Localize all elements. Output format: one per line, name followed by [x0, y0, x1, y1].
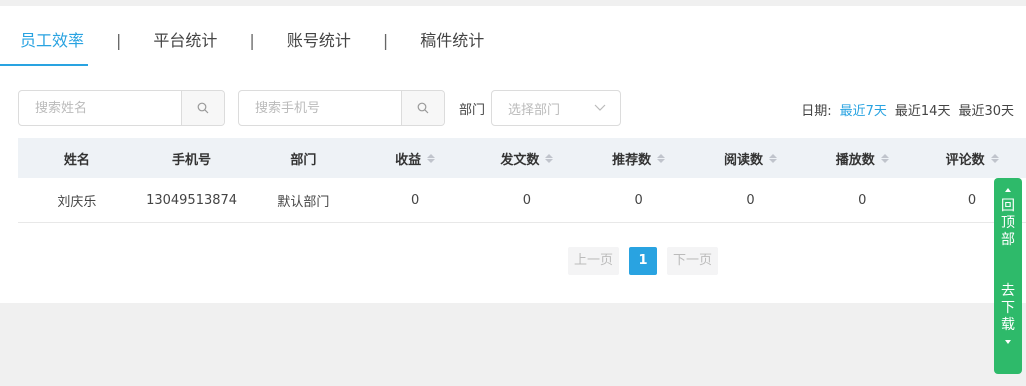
pagination: 上一页 1 下一页	[568, 247, 719, 275]
phone-search-box	[238, 90, 445, 126]
cell-revenue: 0	[410, 192, 420, 208]
current-page-button[interactable]: 1	[629, 247, 658, 275]
table-header: 姓名 手机号 部门 收益 发文数 推荐数 阅读数 播放数 评论数	[18, 138, 1026, 178]
go-download-button[interactable]: 去 下 载	[1001, 283, 1015, 344]
tab-label: 员工效率	[20, 31, 85, 50]
active-tab-underline	[0, 64, 89, 66]
tab-account-stats[interactable]: 账号统计	[285, 30, 353, 52]
tab-employee-efficiency[interactable]: 员工效率	[0, 30, 89, 66]
floating-nav-widget: 回 顶 部 去 下 载	[994, 178, 1022, 374]
name-search-button[interactable]	[181, 91, 224, 125]
sort-icon[interactable]	[427, 153, 436, 163]
arrow-down-icon	[1005, 340, 1011, 344]
main-panel: 员工效率 | 平台统计 | 账号统计 | 稿件统计 部门	[0, 6, 1026, 303]
cell-posts: 0	[522, 192, 532, 208]
column-header-phone: 手机号	[172, 152, 212, 168]
cell-department: 默认部门	[277, 194, 330, 210]
filter-row: 部门 选择部门	[18, 89, 622, 127]
search-icon	[417, 102, 429, 114]
date-filter: 日期: 最近7天 最近14天 最近30天	[801, 100, 1014, 119]
search-icon	[197, 102, 209, 114]
tab-divider: |	[382, 31, 389, 50]
tab-label: 稿件统计	[420, 31, 485, 50]
tab-manuscript-stats[interactable]: 稿件统计	[418, 30, 486, 52]
column-header-comments[interactable]: 评论数	[918, 149, 1026, 168]
sort-icon[interactable]	[657, 153, 666, 163]
sort-icon[interactable]	[768, 153, 777, 163]
name-search-box	[18, 90, 225, 126]
sort-icon[interactable]	[545, 153, 554, 163]
date-option-7-days[interactable]: 最近7天	[840, 100, 887, 119]
back-to-top-button[interactable]: 回 顶 部	[1001, 178, 1015, 249]
chevron-down-icon	[594, 104, 606, 111]
department-select-placeholder: 选择部门	[508, 102, 561, 118]
column-header-plays[interactable]: 播放数	[806, 149, 918, 168]
tab-label: 账号统计	[286, 31, 351, 50]
column-header-recommends[interactable]: 推荐数	[583, 149, 695, 168]
cell-recommends: 0	[634, 192, 643, 208]
column-header-name: 姓名	[63, 152, 90, 168]
date-option-14-days[interactable]: 最近14天	[895, 100, 951, 119]
cell-name: 刘庆乐	[57, 194, 97, 210]
cell-phone: 13049513874	[146, 192, 238, 208]
column-header-posts[interactable]: 发文数	[471, 149, 583, 168]
cell-plays: 0	[858, 192, 867, 208]
tab-divider: |	[249, 31, 255, 50]
phone-search-button[interactable]	[401, 91, 444, 125]
next-page-button[interactable]: 下一页	[667, 247, 719, 275]
phone-search-input[interactable]	[239, 91, 401, 125]
column-header-department: 部门	[290, 152, 317, 168]
column-header-reads[interactable]: 阅读数	[695, 149, 807, 168]
sort-icon[interactable]	[880, 153, 889, 163]
date-label: 日期:	[801, 104, 832, 119]
department-label: 部门	[459, 102, 486, 118]
arrow-up-icon	[1005, 188, 1011, 192]
date-option-30-days[interactable]: 最近30天	[958, 100, 1014, 119]
tab-divider: |	[116, 31, 122, 50]
name-search-input[interactable]	[19, 91, 181, 125]
cell-reads: 0	[746, 192, 755, 208]
stats-table: 姓名 手机号 部门 收益 发文数 推荐数 阅读数 播放数 评论数 刘庆乐 130…	[18, 138, 1026, 223]
tab-label: 平台统计	[153, 31, 218, 50]
department-select[interactable]: 选择部门	[491, 90, 622, 126]
tab-bar: 员工效率 | 平台统计 | 账号统计 | 稿件统计	[0, 30, 486, 70]
sort-icon[interactable]	[990, 153, 999, 163]
prev-page-button[interactable]: 上一页	[568, 247, 620, 275]
tab-platform-stats[interactable]: 平台统计	[151, 30, 219, 52]
column-header-revenue[interactable]: 收益	[359, 149, 471, 168]
table-row: 刘庆乐 13049513874 默认部门 0 0 0 0 0 0	[18, 178, 1026, 223]
